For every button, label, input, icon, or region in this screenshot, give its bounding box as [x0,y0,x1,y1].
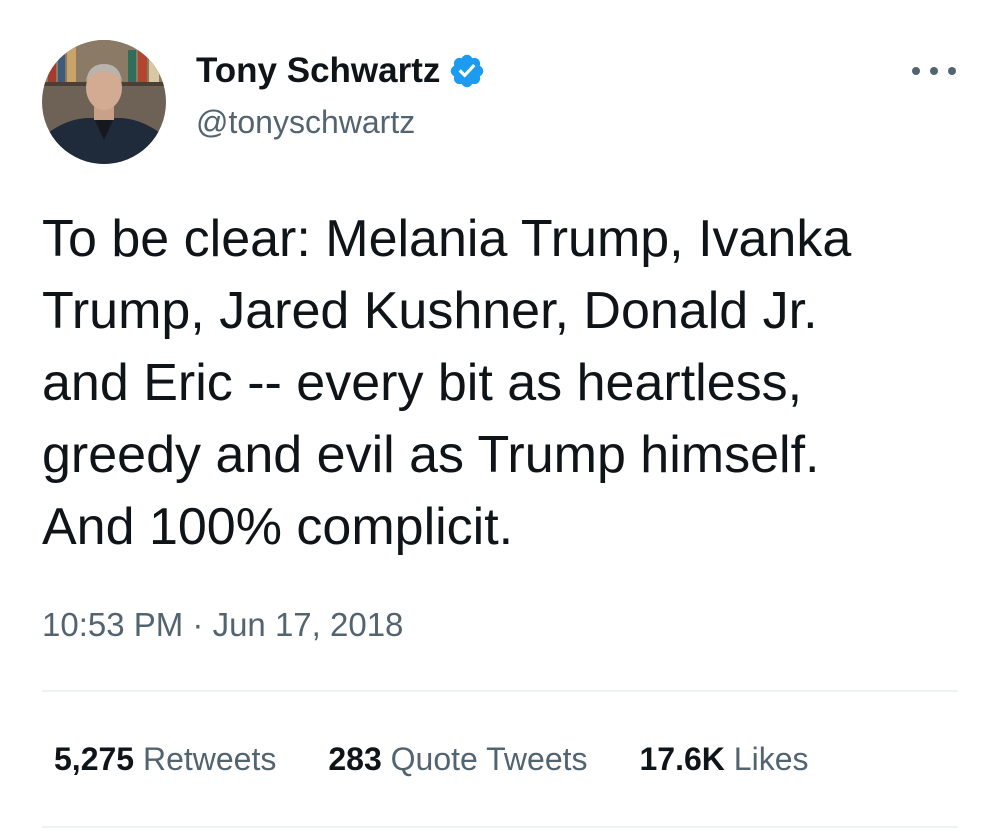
verified-badge-icon [448,52,486,90]
author-display-name[interactable]: Tony Schwartz [196,50,440,92]
more-dot [930,67,938,75]
quote-tweets-count: 283 [328,741,382,777]
tweet-timestamp[interactable]: 10:53 PM · Jun 17, 2018 [42,604,403,646]
quote-tweets-stat[interactable]: 283 Quote Tweets [328,738,587,780]
divider [42,826,958,828]
retweets-stat[interactable]: 5,275 Retweets [54,738,276,780]
divider [42,690,958,692]
avatar[interactable] [42,40,166,164]
more-options-icon[interactable] [912,56,956,86]
likes-count: 17.6K [639,741,725,777]
display-name-row[interactable]: Tony Schwartz [196,50,486,92]
likes-stat[interactable]: 17.6K Likes [640,738,809,780]
avatar-photo [42,40,166,164]
tweet-text: To be clear: Melania Trump, Ivanka Trump… [42,210,852,556]
author-handle[interactable]: @tonyschwartz [196,102,415,142]
more-dot [948,67,956,75]
engagement-stats: 5,275 Retweets 283 Quote Tweets 17.6K Li… [54,738,860,780]
more-dot [912,67,920,75]
quote-tweets-label: Quote Tweets [390,741,588,777]
retweets-count: 5,275 [54,741,135,777]
likes-label: Likes [733,741,809,777]
retweets-label: Retweets [142,741,277,777]
